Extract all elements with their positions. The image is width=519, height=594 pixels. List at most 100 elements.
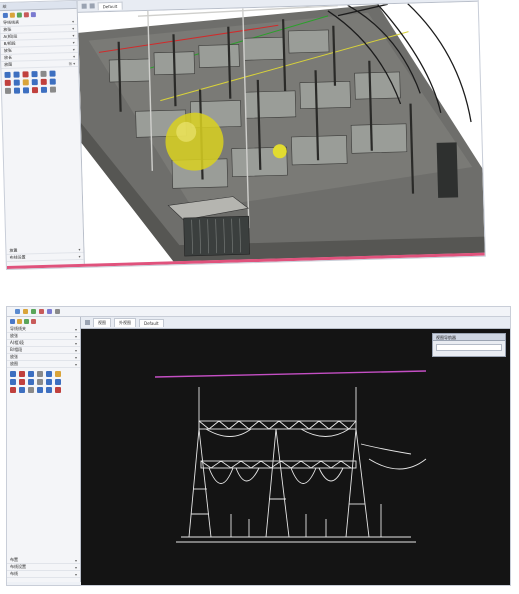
save-icon[interactable]: [15, 309, 20, 314]
tool-icon[interactable]: [22, 87, 30, 94]
tool-icon[interactable]: [49, 78, 56, 85]
panel-row[interactable]: 布线设置 ▾: [7, 564, 80, 571]
chevron-down-icon[interactable]: ▾: [73, 46, 75, 51]
tool-icon[interactable]: [28, 371, 34, 377]
panel-row-label: 布线设置: [9, 254, 26, 260]
panel-row[interactable]: A(相)段 ▾: [7, 340, 80, 347]
tool-icon[interactable]: [4, 71, 11, 78]
tool-icon[interactable]: [19, 379, 25, 385]
tool-icon[interactable]: [28, 387, 34, 393]
tool-icon[interactable]: [40, 70, 47, 77]
panel-row[interactable]: B/相段 ▾: [7, 347, 80, 354]
tab-default[interactable]: Default: [139, 318, 164, 327]
panel-row[interactable]: 放图 ▾: [7, 361, 80, 368]
chevron-down-icon[interactable]: ▾: [75, 341, 77, 346]
panel-row-label: A(相)段: [10, 340, 24, 345]
undo-icon[interactable]: [31, 309, 36, 314]
tool-icon[interactable]: [10, 387, 16, 393]
panel-row[interactable]: 布线 ▾: [7, 571, 80, 578]
tab-view[interactable]: 视图: [93, 318, 111, 327]
pointer-icon[interactable]: [10, 319, 15, 324]
chevron-down-icon[interactable]: ▾: [75, 362, 77, 367]
tool-icon[interactable]: [22, 71, 29, 78]
tool-icon[interactable]: [13, 87, 21, 94]
chevron-down-icon[interactable]: ⊞ ▾: [69, 60, 76, 65]
panel-row-label: 放张: [10, 354, 18, 359]
chevron-down-icon[interactable]: ▾: [72, 19, 74, 24]
view-tabbar: 视图 外视图 Default: [81, 317, 510, 329]
tab-default[interactable]: Default: [97, 1, 123, 10]
pencil-icon[interactable]: [17, 319, 22, 324]
select-icon[interactable]: [30, 12, 36, 18]
tool-icon[interactable]: [46, 371, 52, 377]
tool-icon[interactable]: [49, 70, 56, 77]
tool-icon[interactable]: [13, 71, 20, 78]
panel-row[interactable]: 放张 ▾: [7, 354, 80, 361]
chevron-down-icon[interactable]: ▾: [72, 32, 74, 37]
chevron-down-icon[interactable]: ▾: [72, 26, 74, 31]
panel-row[interactable]: 布置 ▾: [7, 557, 80, 564]
chevron-down-icon[interactable]: ▾: [73, 39, 75, 44]
chevron-down-icon[interactable]: ▾: [79, 253, 81, 258]
tool-icon[interactable]: [31, 71, 38, 78]
chevron-down-icon[interactable]: ▾: [75, 348, 77, 353]
tool-grid: [7, 368, 80, 396]
tool-icon[interactable]: [10, 379, 16, 385]
tool-icon[interactable]: [46, 379, 52, 385]
delete-icon[interactable]: [23, 12, 29, 18]
line-icon[interactable]: [16, 12, 22, 18]
panel-row-label: 导线线夹: [3, 19, 20, 25]
tool-icon[interactable]: [37, 387, 43, 393]
tool-icon[interactable]: [10, 371, 16, 377]
view-navigator-field[interactable]: [436, 344, 502, 351]
pointer-icon[interactable]: [2, 12, 8, 18]
tool-icon[interactable]: [40, 78, 47, 85]
chevron-down-icon[interactable]: ▾: [75, 572, 77, 577]
tool-icon[interactable]: [46, 387, 52, 393]
chevron-down-icon[interactable]: ▾: [78, 246, 80, 251]
chevron-down-icon[interactable]: ▾: [75, 565, 77, 570]
redo-icon[interactable]: [39, 309, 44, 314]
chevron-down-icon[interactable]: ▾: [75, 355, 77, 360]
chevron-down-icon[interactable]: ▾: [73, 53, 75, 58]
tool-icon[interactable]: [37, 379, 43, 385]
tool-icon[interactable]: [19, 387, 25, 393]
tool-icon[interactable]: [31, 79, 38, 86]
tool-icon[interactable]: [37, 371, 43, 377]
panel-row[interactable]: 导线线夹 ▾: [7, 326, 80, 333]
tool-icon[interactable]: [55, 387, 61, 393]
tool-icon[interactable]: [19, 371, 25, 377]
panel-row[interactable]: 布线设置 ▾: [6, 252, 84, 262]
settings-icon[interactable]: [55, 309, 60, 314]
tool-icon[interactable]: [22, 79, 29, 86]
view-icon[interactable]: [85, 320, 90, 325]
tab-outer-view[interactable]: 外视图: [114, 318, 136, 327]
pencil-icon[interactable]: [9, 12, 15, 18]
chevron-down-icon[interactable]: ▾: [75, 327, 77, 332]
view-icon[interactable]: [89, 3, 95, 9]
line-icon[interactable]: [24, 319, 29, 324]
open-icon[interactable]: [23, 309, 28, 314]
substation-3d-model: [78, 3, 485, 264]
tool-icon[interactable]: [55, 371, 61, 377]
print-icon[interactable]: [47, 309, 52, 314]
panel-row-label: 布置: [10, 557, 18, 562]
tool-icon[interactable]: [28, 379, 34, 385]
tool-icon[interactable]: [13, 79, 20, 86]
chevron-down-icon[interactable]: ▾: [75, 334, 77, 339]
viewport-3d[interactable]: [77, 1, 485, 264]
chevron-down-icon[interactable]: ▾: [75, 558, 77, 563]
panel-row[interactable]: 放张 ▾: [7, 333, 80, 340]
tool-icon[interactable]: [4, 79, 11, 86]
tool-icon[interactable]: [4, 87, 12, 94]
view-icon[interactable]: [81, 3, 87, 9]
delete-icon[interactable]: [31, 319, 36, 324]
tool-icon[interactable]: [55, 379, 61, 385]
tool-icon[interactable]: [31, 87, 39, 94]
screenshot-2d-view: 导线线夹 ▾ 放张 ▾ A(相)段 ▾ B/相段 ▾ 放张 ▾ 放图 ▾ 布置 …: [6, 306, 511, 586]
viewport-2d[interactable]: 视图导航器: [81, 329, 510, 585]
tool-icon[interactable]: [40, 86, 48, 93]
view-navigator-window[interactable]: 视图导航器: [432, 333, 506, 357]
substation-elevation-drawing: [154, 370, 427, 543]
tool-icon[interactable]: [49, 86, 57, 93]
